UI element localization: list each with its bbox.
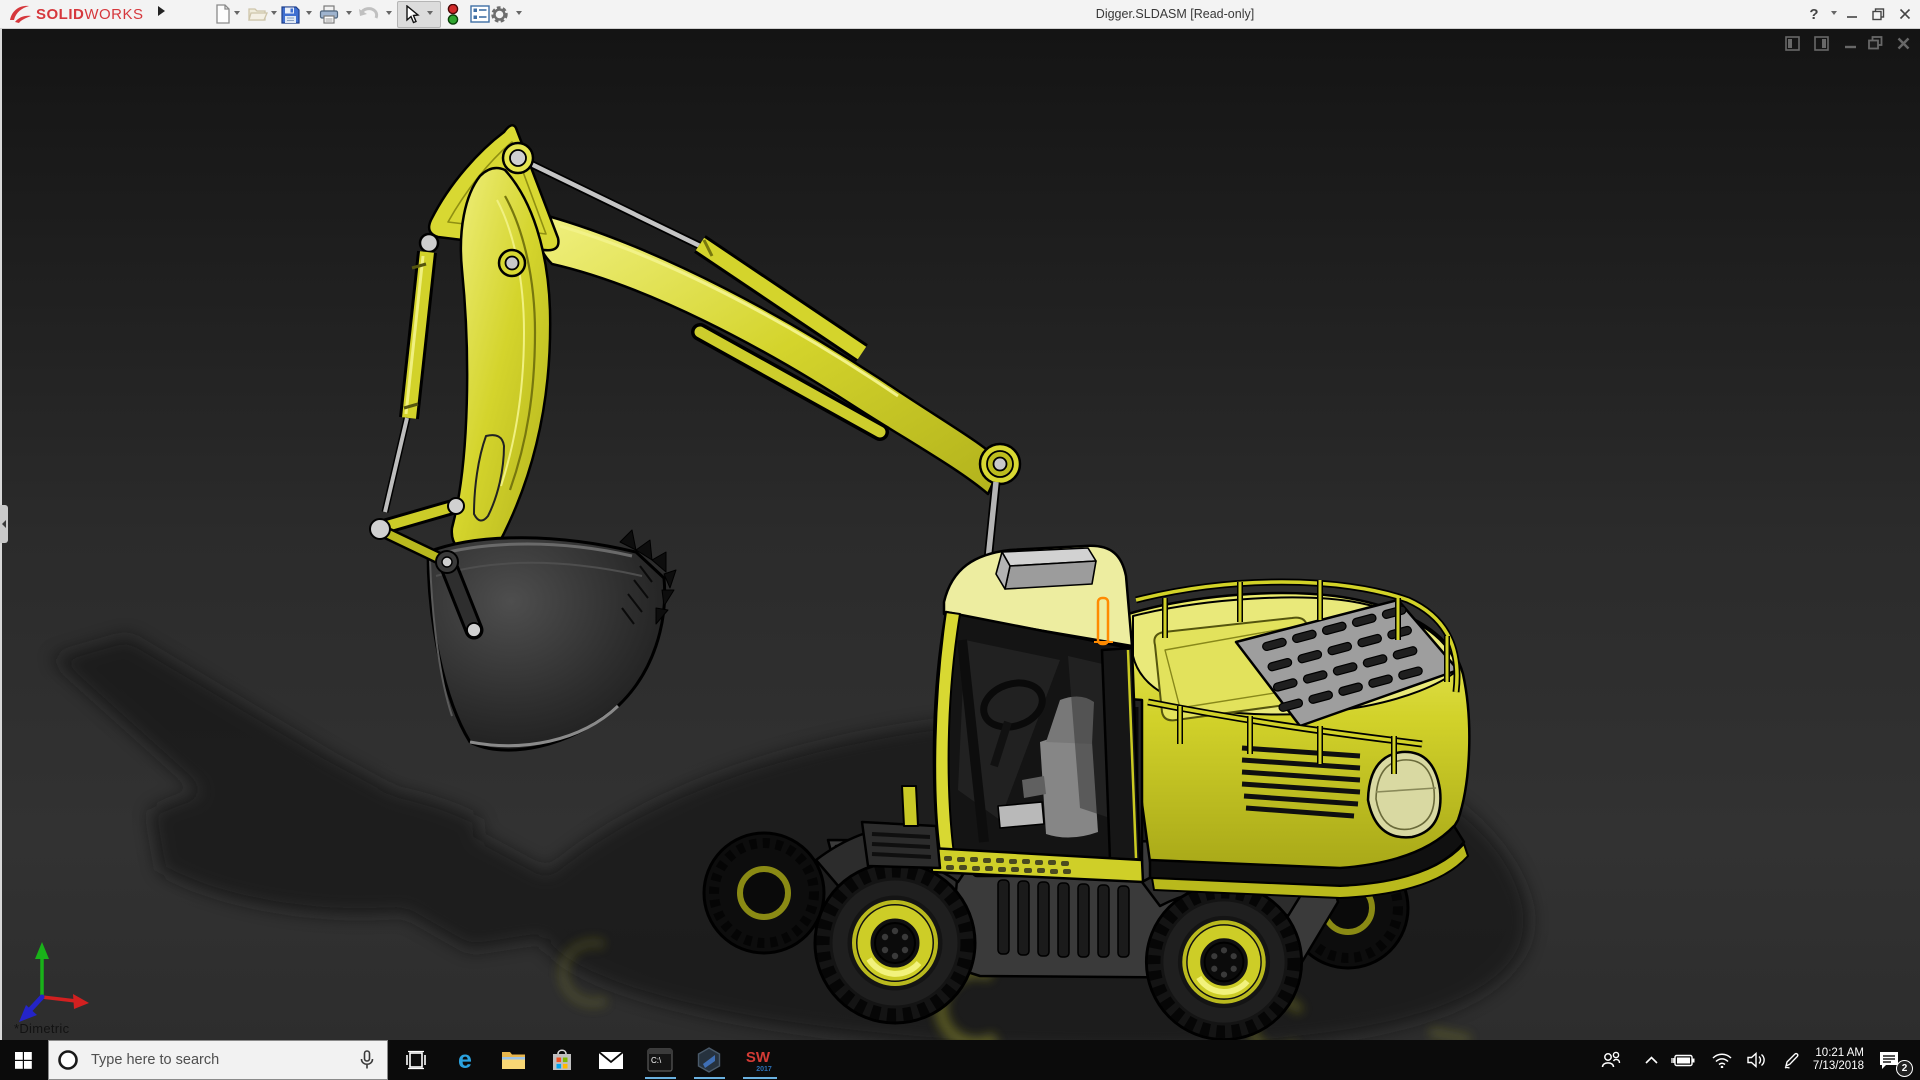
new-dropdown-caret[interactable] — [234, 11, 240, 15]
volume-button[interactable] — [1741, 1040, 1773, 1080]
running-indicator-cmd — [645, 1077, 676, 1079]
speaker-icon — [1747, 1052, 1765, 1068]
edge-button[interactable]: e — [443, 1040, 487, 1080]
hex-app-button[interactable] — [687, 1040, 731, 1080]
new-document-button[interactable] — [211, 2, 235, 26]
command-prompt-icon: C:\ — [647, 1048, 673, 1072]
task-view-button[interactable] — [394, 1040, 438, 1080]
clock[interactable]: 10:21 AM 7/13/2018 — [1798, 1040, 1864, 1080]
wifi-icon — [1712, 1053, 1732, 1068]
minimize-icon — [1847, 16, 1857, 18]
print-dropdown-caret[interactable] — [346, 11, 352, 15]
wheel-rear-left[interactable] — [1146, 884, 1301, 1039]
solidworks-app-icon: SW 2017 — [746, 1049, 772, 1073]
mail-icon — [598, 1050, 624, 1069]
undo-icon — [359, 7, 379, 19]
window-title: Digger.SLDASM [Read-only] — [1095, 7, 1255, 21]
doc-restore-button[interactable] — [1866, 33, 1884, 53]
svg-text:SW: SW — [746, 1049, 771, 1066]
edge-icon: e — [458, 1047, 472, 1073]
doc-minimize-button[interactable] — [1841, 33, 1859, 53]
svg-text:e: e — [458, 1047, 472, 1073]
restore-icon — [1871, 7, 1884, 20]
minimize-button[interactable] — [1843, 0, 1861, 28]
solidworks-logo: SOLIDWORKS — [6, 3, 144, 25]
clock-time: 10:21 AM — [1815, 1046, 1864, 1059]
hexagon-app-icon — [697, 1047, 721, 1073]
solidworks-logo-icon — [10, 5, 31, 23]
taskbar-search-input[interactable]: Type here to search — [48, 1040, 388, 1080]
chevron-up-icon — [1644, 1056, 1658, 1064]
close-icon — [1899, 8, 1911, 20]
close-button[interactable] — [1895, 0, 1915, 28]
tray-expand-button[interactable] — [1638, 1040, 1664, 1080]
wifi-button[interactable] — [1706, 1040, 1738, 1080]
new-document-icon — [216, 4, 230, 24]
brand-wordmark: SOLIDWORKS — [36, 5, 144, 23]
windows-logo-icon — [14, 1051, 32, 1069]
save-dropdown-caret[interactable] — [306, 11, 312, 15]
svg-text:2017: 2017 — [756, 1066, 772, 1073]
undo-dropdown-caret[interactable] — [386, 11, 392, 15]
doc-restore-icon — [1867, 36, 1882, 50]
file-explorer-button[interactable] — [491, 1040, 535, 1080]
open-folder-icon — [248, 8, 268, 21]
mail-button[interactable] — [589, 1040, 633, 1080]
print-button[interactable] — [317, 2, 341, 26]
start-button[interactable] — [0, 1040, 46, 1080]
save-floppy-icon — [280, 5, 300, 24]
task-view-icon — [406, 1050, 426, 1070]
file-explorer-icon — [501, 1052, 525, 1069]
pane-left-toggle-button[interactable] — [1783, 33, 1801, 53]
doc-close-button[interactable] — [1894, 33, 1912, 53]
running-indicator-hex — [694, 1077, 725, 1079]
people-icon — [1601, 1051, 1621, 1068]
wheel-front-left[interactable] — [815, 863, 975, 1023]
svg-text:C:\: C:\ — [651, 1056, 662, 1065]
doc-close-icon — [1897, 37, 1909, 49]
microphone-icon[interactable] — [359, 1050, 375, 1070]
command-prompt-button[interactable]: C:\ — [638, 1040, 682, 1080]
help-dropdown-caret[interactable] — [1831, 11, 1837, 15]
doc-minimize-icon — [1844, 45, 1856, 48]
save-button[interactable] — [278, 2, 302, 26]
view-orientation-label: *Dimetric — [14, 1021, 70, 1036]
cortana-icon — [58, 1050, 78, 1070]
battery-button[interactable] — [1668, 1040, 1698, 1080]
store-icon — [553, 1049, 571, 1070]
select-tool-button[interactable] — [400, 2, 424, 26]
taskbar: Type here to search e C:\ SW 2017 10:21 … — [0, 1040, 1920, 1080]
pane-left-icon — [1784, 35, 1800, 51]
model-viewport[interactable] — [0, 0, 1920, 1080]
store-button[interactable] — [540, 1040, 584, 1080]
undo-button[interactable] — [356, 2, 380, 26]
pane-right-toggle-button[interactable] — [1812, 33, 1830, 53]
collapsed-panel-tab[interactable] — [0, 505, 8, 543]
clock-date: 7/13/2018 — [1812, 1060, 1864, 1072]
pen-icon — [1784, 1052, 1798, 1069]
open-button[interactable] — [246, 2, 270, 26]
solidworks-app-button[interactable]: SW 2017 — [736, 1040, 780, 1080]
panel-expand-arrow-icon — [2, 520, 6, 528]
notification-badge: 2 — [1896, 1060, 1913, 1077]
wheel-front-right[interactable] — [704, 833, 824, 953]
toolbar-flyout-arrow[interactable] — [158, 6, 165, 16]
help-button[interactable]: ? — [1803, 0, 1825, 28]
search-placeholder: Type here to search — [91, 1052, 220, 1068]
select-cursor-icon — [406, 4, 420, 23]
print-icon — [319, 4, 339, 24]
open-dropdown-caret[interactable] — [271, 11, 277, 15]
running-indicator-solidworks — [743, 1077, 777, 1079]
people-button[interactable] — [1596, 1040, 1626, 1080]
pane-right-icon — [1813, 35, 1829, 51]
restore-button[interactable] — [1868, 0, 1888, 28]
battery-icon — [1671, 1054, 1695, 1066]
titlebar: SOLIDWORKS Digger.SLDASM [Read-only] ? — [0, 0, 1920, 29]
